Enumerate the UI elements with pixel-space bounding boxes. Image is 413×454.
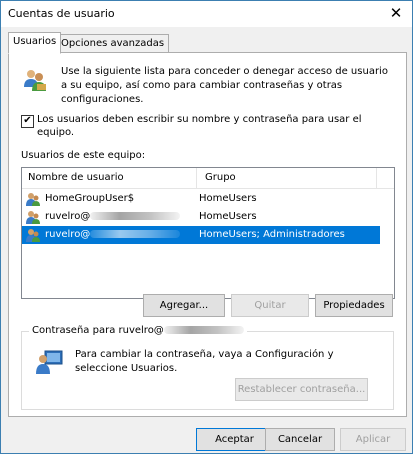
- row-group: HomeUsers: [199, 193, 257, 204]
- column-separator[interactable]: [196, 168, 197, 188]
- reset-password-button[interactable]: Restablecer contraseña...: [235, 378, 368, 401]
- users-list-label: Usuarios de este equipo:: [21, 150, 146, 161]
- row-username: HomeGroupUser$: [45, 193, 135, 204]
- require-login-checkbox[interactable]: ✔: [21, 115, 34, 128]
- row-group: HomeUsers: [199, 211, 257, 222]
- user-icon: [26, 211, 40, 224]
- users-icon: [24, 70, 46, 91]
- window-title: Cuentas de usuario: [8, 7, 115, 20]
- row-group: HomeUsers; Administradores: [199, 229, 345, 240]
- user-icon: [26, 193, 40, 206]
- row-username: ruvelro@: [45, 229, 181, 240]
- title-bar: Cuentas de usuario ✕: [1, 1, 412, 27]
- users-listview[interactable]: Nombre de usuario Grupo HomeGroupUser$ H…: [21, 167, 395, 299]
- close-icon[interactable]: ✕: [388, 4, 404, 22]
- users-tab-panel: Use la siguiente lista para conceder o d…: [8, 52, 407, 417]
- row-username: ruvelro@: [45, 211, 181, 222]
- require-login-label[interactable]: Los usuarios deben escribir su nombre y …: [37, 113, 382, 139]
- user-password-icon: [36, 350, 63, 374]
- apply-button[interactable]: Aplicar: [340, 428, 406, 451]
- user-accounts-window: Cuentas de usuario ✕ Usuarios Opciones a…: [0, 0, 413, 454]
- password-group-title: Contraseña para ruvelro@: [29, 325, 247, 336]
- redacted-blur: [90, 230, 181, 238]
- column-header-username[interactable]: Nombre de usuario: [28, 172, 124, 183]
- row-username-text: ruvelro@: [45, 211, 91, 222]
- tab-opciones-avanzadas[interactable]: Opciones avanzadas: [56, 34, 170, 53]
- table-row-selected[interactable]: ruvelro@ HomeUsers; Administradores: [22, 226, 380, 244]
- redacted-blur: [90, 212, 181, 220]
- table-row[interactable]: HomeGroupUser$ HomeUsers: [22, 190, 380, 208]
- add-user-button[interactable]: Agregar...: [143, 294, 225, 317]
- redacted-blur: [163, 326, 244, 334]
- row-username-text: ruvelro@: [45, 229, 91, 240]
- password-group-title-text: Contraseña para ruvelro@: [32, 325, 164, 336]
- intro-text: Use la siguiente lista para conceder o d…: [61, 66, 388, 105]
- properties-button[interactable]: Propiedades: [315, 294, 393, 317]
- tab-usuarios[interactable]: Usuarios: [8, 32, 62, 54]
- cancel-button[interactable]: Cancelar: [265, 428, 335, 451]
- remove-user-button[interactable]: Quitar: [231, 294, 309, 317]
- user-icon: [26, 229, 40, 242]
- list-header: Nombre de usuario Grupo: [22, 168, 394, 189]
- ok-button[interactable]: Aceptar: [196, 428, 273, 451]
- password-info-text: Para cambiar la contraseña, vaya a Confi…: [75, 349, 334, 374]
- table-row[interactable]: ruvelro@ HomeUsers: [22, 208, 380, 226]
- column-separator[interactable]: [376, 168, 377, 188]
- column-header-group[interactable]: Grupo: [205, 172, 236, 183]
